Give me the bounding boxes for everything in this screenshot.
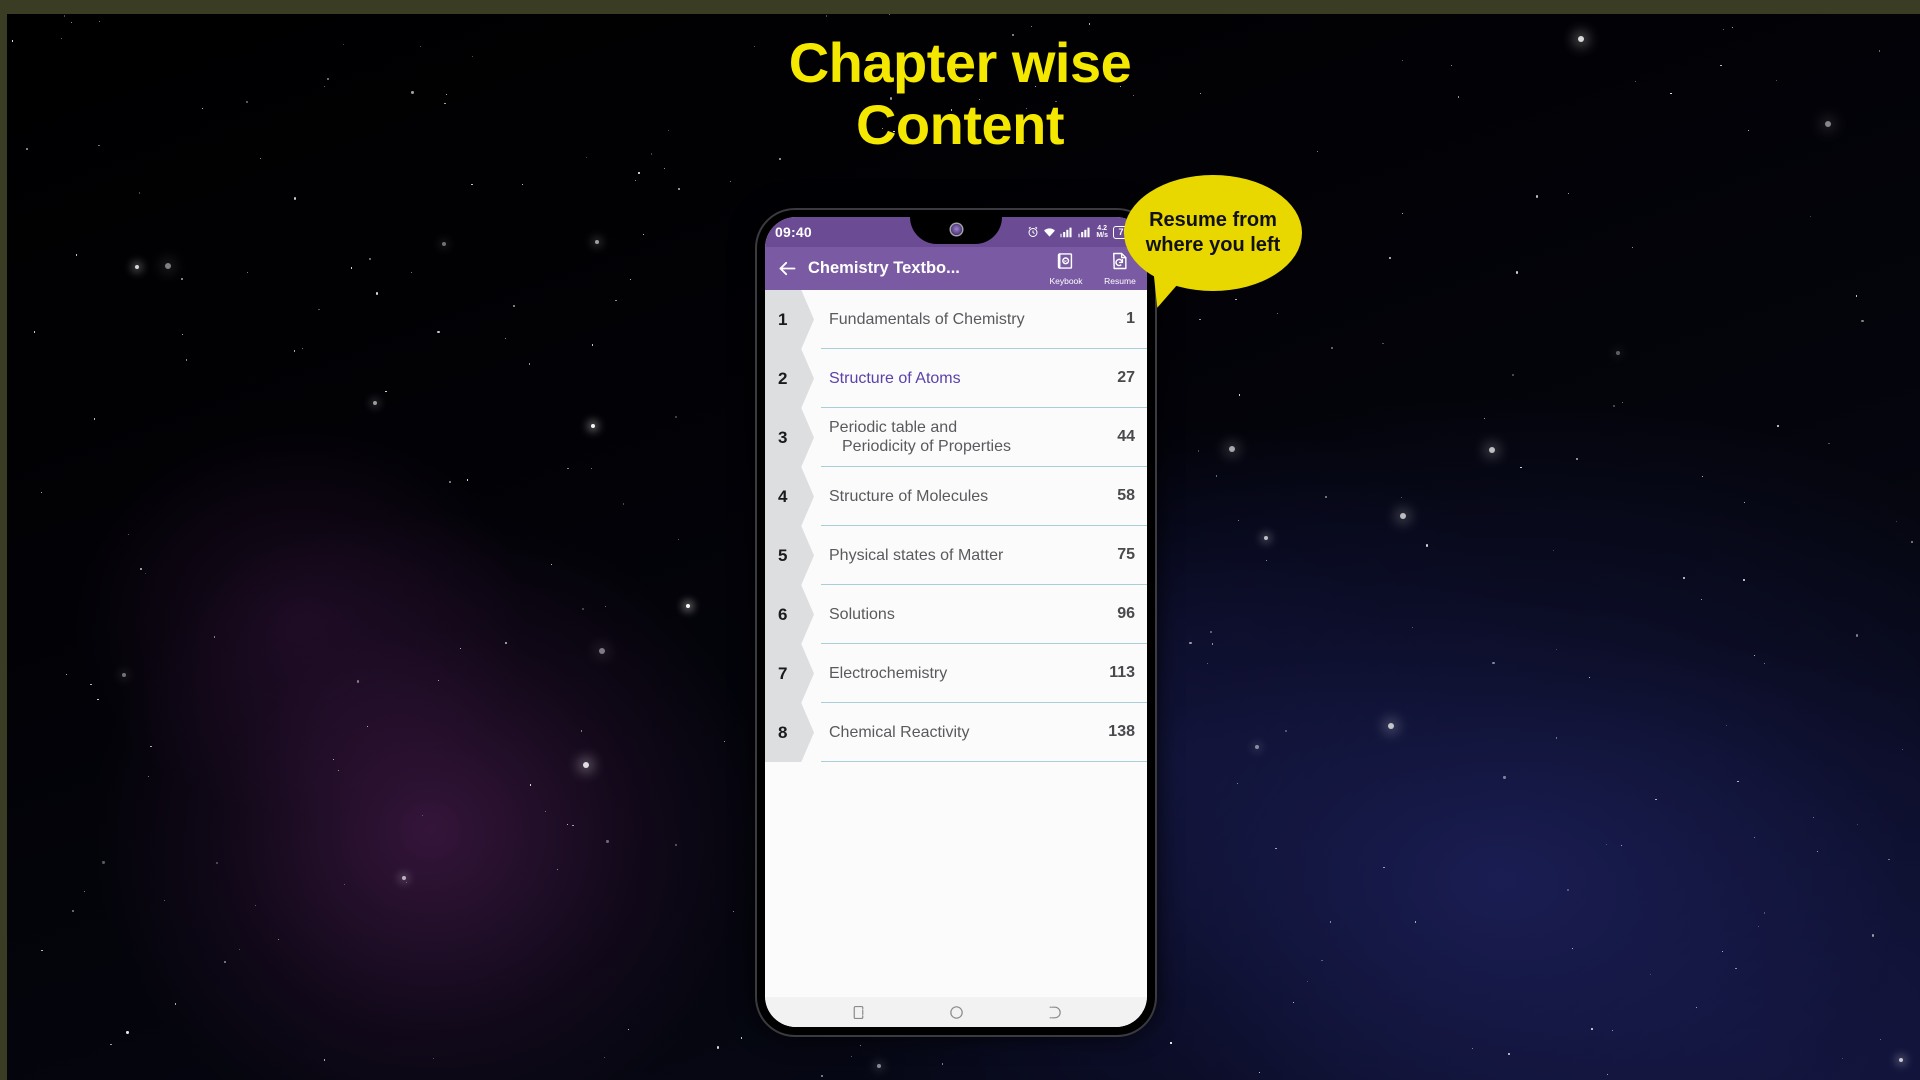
back-icon[interactable]: [1046, 1004, 1063, 1021]
chapter-row-body: Structure of Molecules 58: [821, 467, 1147, 526]
chapter-number-badge: 8: [765, 703, 814, 762]
wifi-icon: [1043, 226, 1056, 238]
chapter-row[interactable]: 1 Fundamentals of Chemistry 1: [765, 290, 1147, 349]
chapter-title-line2: Periodicity of Properties: [842, 438, 1011, 455]
chapter-title: Electrochemistry: [829, 664, 948, 682]
chapter-title-line1: Periodic table and: [829, 419, 958, 436]
status-clock: 09:40: [775, 224, 812, 240]
callout-text: Resume from where you left: [1145, 209, 1281, 256]
chapter-page-number: 1: [1126, 310, 1135, 327]
chapter-page-number: 44: [1117, 428, 1135, 445]
page-title-line1: Chapter wise: [788, 31, 1132, 94]
chapter-number-badge: 6: [765, 585, 814, 644]
front-camera-icon: [950, 224, 962, 235]
left-edge-strip: [0, 0, 7, 1080]
svg-text:K: K: [1064, 259, 1067, 263]
signal-sim1-icon: [1060, 226, 1074, 238]
chapter-page-number: 138: [1108, 723, 1135, 740]
chapter-page-number: 75: [1117, 546, 1135, 563]
chapter-row-body: Chemical Reactivity 138: [821, 703, 1147, 762]
chapter-page-number: 58: [1117, 487, 1135, 504]
chapter-title: Solutions: [829, 605, 895, 623]
chapter-page-number: 27: [1117, 369, 1135, 386]
phone-mockup: 09:40 4.2 M/s Chemistry Textbo... K Keyb…: [757, 210, 1155, 1035]
chapter-list[interactable]: 1 Fundamentals of Chemistry 1 2 Structure of…: [765, 290, 1147, 997]
phone-notch: [910, 217, 1002, 244]
chapter-number-badge: 5: [765, 526, 814, 585]
chapter-row-body: Periodic table and Periodicity of Propert…: [821, 408, 1147, 467]
chapter-row[interactable]: 4 Structure of Molecules 58: [765, 467, 1147, 526]
chapter-page-number: 113: [1109, 664, 1135, 681]
chapter-row-body: Structure of Atoms 27: [821, 349, 1147, 408]
keybook-button[interactable]: K Keybook: [1039, 251, 1093, 286]
chapter-number-badge: 7: [765, 644, 814, 703]
chapter-number-badge: 3: [765, 408, 814, 467]
chapter-row[interactable]: 8 Chemical Reactivity 138: [765, 703, 1147, 762]
app-bar-title: Chemistry Textbo...: [808, 259, 960, 277]
chapter-number-badge: 1: [765, 290, 814, 349]
callout-body: Resume from where you left: [1124, 175, 1302, 291]
android-nav-bar: [765, 997, 1147, 1027]
home-icon[interactable]: [948, 1004, 965, 1021]
chapter-row-body: Physical states of Matter 75: [821, 526, 1147, 585]
chapter-title: Fundamentals of Chemistry: [829, 310, 1025, 328]
screenshot-stage: Chapter wise Content Resume from where y…: [0, 0, 1920, 1080]
phone-screen: 09:40 4.2 M/s Chemistry Textbo... K Keyb…: [765, 217, 1147, 1027]
status-icon-group: 4.2 M/s 75: [1027, 225, 1137, 240]
chapter-row-body: Fundamentals of Chemistry 1: [821, 290, 1147, 349]
chapter-title: Periodic table and Periodicity of Propert…: [829, 418, 1021, 456]
chapter-row[interactable]: 6 Solutions 96: [765, 585, 1147, 644]
chapter-title: Structure of Atoms: [829, 369, 961, 387]
chapter-title: Physical states of Matter: [829, 546, 1004, 564]
network-speed-indicator: 4.2 M/s: [1096, 225, 1108, 240]
top-edge-strip: [0, 0, 1920, 14]
chapter-page-number: 96: [1117, 605, 1135, 622]
chapter-number-badge: 4: [765, 467, 814, 526]
page-title: Chapter wise Content: [0, 32, 1920, 156]
keybook-label: Keybook: [1049, 276, 1083, 286]
chapter-row[interactable]: 5 Physical states of Matter 75: [765, 526, 1147, 585]
chapter-row-body: Solutions 96: [821, 585, 1147, 644]
keybook-icon: K: [1056, 251, 1076, 276]
chapter-title: Chemical Reactivity: [829, 723, 970, 741]
chapter-row[interactable]: 7 Electrochemistry 113: [765, 644, 1147, 703]
signal-sim2-icon: [1078, 226, 1092, 238]
app-bar: Chemistry Textbo... K Keybook Resume: [765, 247, 1147, 290]
chapter-row-body: Electrochemistry 113: [821, 644, 1147, 703]
chapter-row[interactable]: 3 Periodic table and Periodicity of Proper…: [765, 408, 1147, 467]
page-title-line2: Content: [855, 93, 1065, 156]
back-arrow-icon[interactable]: [774, 256, 800, 282]
network-speed-unit: M/s: [1096, 232, 1108, 239]
callout-bubble: Resume from where you left: [1124, 175, 1302, 312]
chapter-number-badge: 2: [765, 349, 814, 408]
chapter-title: Structure of Molecules: [829, 487, 989, 505]
chapter-row[interactable]: 2 Structure of Atoms 27: [765, 349, 1147, 408]
recents-icon[interactable]: [850, 1004, 867, 1021]
alarm-clock-icon: [1027, 226, 1039, 238]
network-speed-value: 4.2: [1097, 224, 1108, 232]
